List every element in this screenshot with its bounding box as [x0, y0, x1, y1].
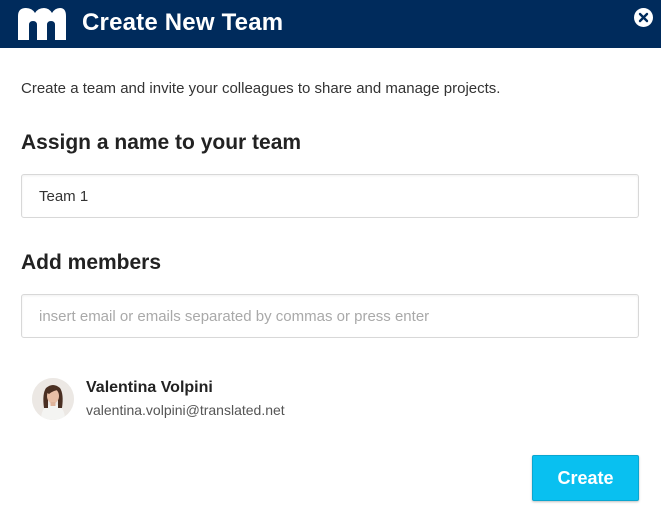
create-team-modal: Create New Team Create a team and invite… — [0, 0, 661, 515]
team-name-input[interactable] — [21, 174, 639, 218]
close-button[interactable] — [634, 8, 653, 27]
member-email-input[interactable] — [21, 294, 639, 338]
create-button[interactable]: Create — [532, 455, 639, 501]
member-name: Valentina Volpini — [86, 379, 213, 396]
modal-title: Create New Team — [82, 9, 284, 36]
close-icon — [638, 12, 649, 23]
member-item: Valentina Volpini valentina.volpini@tran… — [32, 376, 432, 424]
intro-text: Create a team and invite your colleagues… — [21, 80, 501, 97]
modal-header: Create New Team — [0, 0, 661, 48]
matecat-logo-icon — [18, 8, 66, 40]
team-name-heading: Assign a name to your team — [21, 131, 302, 154]
add-members-heading: Add members — [21, 251, 162, 274]
user-avatar — [32, 378, 74, 420]
avatar-photo — [32, 378, 74, 420]
member-email: valentina.volpini@translated.net — [86, 402, 285, 418]
